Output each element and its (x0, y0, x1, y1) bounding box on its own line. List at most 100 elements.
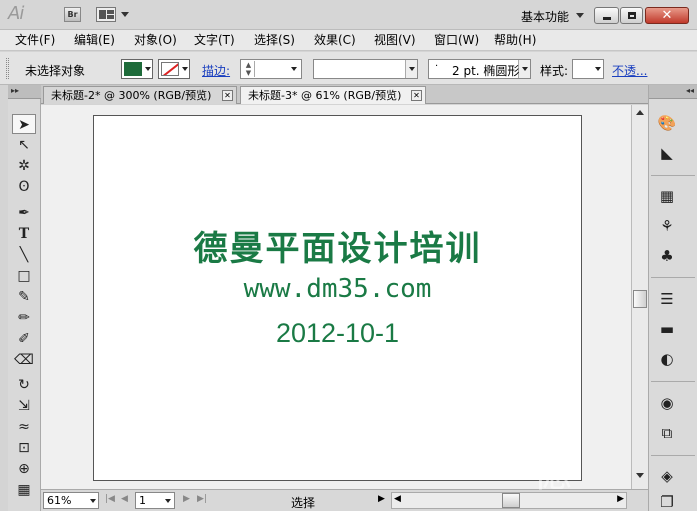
stepper-arrows-icon[interactable]: ▲ ▼ (243, 61, 255, 77)
free-transform-tool-icon[interactable]: ⊡ (12, 438, 36, 458)
blob-brush-tool-icon[interactable]: ✐ (12, 329, 36, 349)
panel-collapse-icon[interactable]: ▸▸ (8, 85, 41, 99)
watermark-glyph: 德 (532, 450, 572, 496)
chevron-down-icon[interactable] (165, 499, 171, 503)
canvas-area[interactable]: 德曼平面设计培训 www.dm35.com 2012-10-1 (41, 105, 631, 489)
scroll-up-icon[interactable] (636, 110, 644, 115)
vertical-scroll-thumb[interactable] (633, 290, 647, 308)
tab-document-2[interactable]: 未标题-2* @ 300% (RGB/预览) ✕ (43, 86, 237, 104)
scale-tool-icon[interactable]: ⇲ (12, 396, 36, 416)
chevron-down-icon[interactable] (576, 13, 584, 18)
menu-effect[interactable]: 效果(C) (314, 32, 356, 48)
scroll-down-icon[interactable] (636, 473, 644, 478)
last-artboard-icon[interactable]: ▶| (197, 494, 207, 504)
symbols-panel-icon[interactable]: ♣ (655, 245, 679, 267)
layers-panel-icon[interactable]: ◈ (655, 465, 679, 487)
chevron-down-icon[interactable] (90, 499, 96, 503)
warp-tool-icon[interactable]: ≈ (12, 417, 36, 437)
artboard-number-field[interactable]: 1 (135, 492, 175, 509)
chevron-down-icon (595, 67, 601, 71)
opacity-label[interactable]: 不透... (612, 62, 647, 79)
current-tool-status[interactable]: 选择 (291, 494, 315, 511)
bridge-button[interactable]: Br (64, 7, 81, 22)
dropdown-button[interactable] (405, 60, 417, 78)
swatches-panel-icon[interactable]: ▦ (655, 185, 679, 207)
panel-dock: ◂◂ 🎨 ◣ ▦ ⚘ ♣ ☰ ▬ ◐ ◉ ⧉ ◈ ❐ (648, 85, 697, 511)
chevron-down-icon (145, 67, 151, 71)
graphic-style-picker[interactable] (572, 59, 604, 79)
color-panel-icon[interactable]: 🎨 (655, 112, 679, 134)
perspective-grid-tool-icon[interactable]: ▦ (12, 480, 36, 500)
lasso-tool-icon[interactable]: ʘ (12, 177, 36, 197)
pencil-tool-icon[interactable]: ✏ (12, 308, 36, 328)
type-tool-icon[interactable]: T (12, 224, 36, 244)
minimize-button[interactable] (594, 7, 619, 24)
line-tool-icon[interactable]: ╲ (12, 245, 36, 265)
menu-view[interactable]: 视图(V) (374, 32, 416, 48)
panel-grip[interactable] (6, 58, 9, 79)
previous-artboard-icon[interactable]: ◀ (121, 494, 128, 504)
scroll-left-icon[interactable]: ◀ (394, 494, 401, 504)
tab-label: 未标题-3* @ 61% (RGB/预览) (248, 89, 402, 102)
menu-window[interactable]: 窗口(W) (434, 32, 479, 48)
artboards-panel-icon[interactable]: ❐ (655, 491, 679, 511)
zoom-level-field[interactable]: 61% (43, 492, 99, 509)
arrange-documents-button[interactable] (96, 7, 116, 22)
dropdown-button[interactable] (518, 60, 530, 78)
gradient-panel-icon[interactable]: ▬ (655, 318, 679, 340)
transparency-panel-icon[interactable]: ◐ (655, 348, 679, 370)
vertical-scrollbar[interactable] (631, 105, 648, 489)
stroke-weight-stepper[interactable]: ▲ ▼ (240, 59, 302, 79)
scroll-right-icon[interactable]: ▶ (617, 494, 624, 504)
menu-file[interactable]: 文件(F) (15, 32, 55, 48)
workspace-switcher[interactable]: 基本功能 (521, 8, 569, 25)
close-button[interactable]: ✕ (645, 7, 689, 24)
artboard-url-text[interactable]: www.dm35.com (94, 274, 581, 304)
graphic-styles-panel-icon[interactable]: ⧉ (655, 422, 679, 444)
close-icon[interactable]: ✕ (411, 90, 422, 101)
menu-type[interactable]: 文字(T) (194, 32, 235, 48)
minimize-icon (603, 17, 611, 20)
menu-select[interactable]: 选择(S) (254, 32, 295, 48)
horizontal-scroll-thumb[interactable] (502, 493, 520, 508)
horizontal-scrollbar[interactable]: ◀ ▶ (391, 492, 627, 509)
artboard-title-text[interactable]: 德曼平面设计培训 (94, 221, 581, 270)
rotate-tool-icon[interactable]: ↻ (12, 375, 36, 395)
next-artboard-icon[interactable]: ▶ (183, 494, 190, 504)
selection-tool-icon[interactable]: ➤ (12, 114, 36, 134)
rectangle-tool-icon[interactable]: □ (12, 266, 36, 286)
tab-document-3[interactable]: 未标题-3* @ 61% (RGB/预览) ✕ (240, 86, 426, 104)
appearance-panel-icon[interactable]: ◉ (655, 392, 679, 414)
stroke-color-swatch[interactable] (158, 59, 190, 79)
magic-wand-tool-icon[interactable]: ✲ (12, 156, 36, 176)
stroke-label[interactable]: 描边: (202, 62, 230, 79)
menu-help[interactable]: 帮助(H) (494, 32, 536, 48)
shape-builder-tool-icon[interactable]: ⊕ (12, 459, 36, 479)
status-menu-icon[interactable]: ▶ (378, 494, 385, 504)
chevron-down-icon[interactable] (291, 67, 297, 71)
close-icon[interactable]: ✕ (222, 90, 233, 101)
maximize-button[interactable] (620, 7, 643, 24)
bullet-icon: · (435, 61, 439, 72)
artboard[interactable]: 德曼平面设计培训 www.dm35.com 2012-10-1 (93, 115, 582, 481)
paintbrush-tool-icon[interactable]: ✎ (12, 287, 36, 307)
chevron-down-icon[interactable] (121, 12, 129, 17)
pen-tool-icon[interactable]: ✒ (12, 203, 36, 223)
eraser-tool-icon[interactable]: ⌫ (12, 350, 36, 370)
first-artboard-icon[interactable]: |◀ (105, 494, 115, 504)
stroke-panel-icon[interactable]: ☰ (655, 288, 679, 310)
no-stroke-icon (161, 62, 179, 76)
menu-object[interactable]: 对象(O) (134, 32, 177, 48)
title-bar: Ai Br 基本功能 ✕ (0, 0, 697, 30)
panel-expand-icon[interactable]: ◂◂ (649, 85, 697, 99)
menu-edit[interactable]: 编辑(E) (74, 32, 115, 48)
chevron-down-icon (182, 67, 188, 71)
variable-width-profile[interactable] (313, 59, 418, 79)
document-tabs: 未标题-2* @ 300% (RGB/预览) ✕ 未标题-3* @ 61% (R… (41, 85, 648, 104)
artboard-date-text[interactable]: 2012-10-1 (94, 318, 581, 349)
brushes-panel-icon[interactable]: ⚘ (655, 215, 679, 237)
direct-selection-tool-icon[interactable]: ↖ (12, 135, 36, 155)
color-guide-icon[interactable]: ◣ (655, 142, 679, 164)
close-icon: ✕ (661, 8, 673, 23)
fill-color-swatch[interactable] (121, 59, 153, 79)
